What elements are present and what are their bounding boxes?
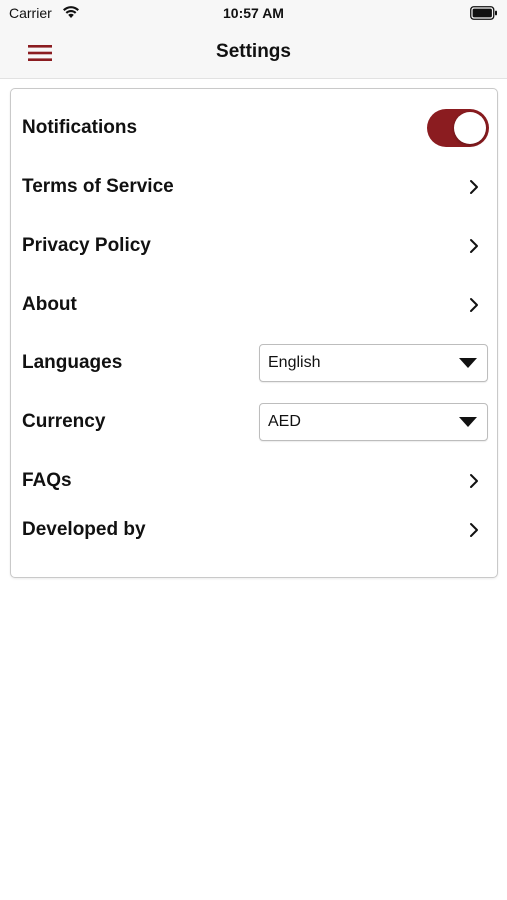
terms-of-service-label: Terms of Service xyxy=(22,176,174,197)
notifications-label: Notifications xyxy=(22,117,138,138)
chevron-right-icon xyxy=(470,474,478,488)
caret-down-icon xyxy=(459,417,477,427)
navigation-bar: Settings xyxy=(0,28,507,79)
terms-of-service-row[interactable]: Terms of Service xyxy=(11,162,497,212)
battery-icon xyxy=(470,6,497,20)
developed-by-label: Developed by xyxy=(22,519,146,540)
faqs-row[interactable]: FAQs xyxy=(11,456,497,506)
privacy-policy-label: Privacy Policy xyxy=(22,235,151,256)
languages-label: Languages xyxy=(22,352,123,373)
about-label: About xyxy=(22,294,77,315)
settings-card: Notifications Terms of Service Privacy P… xyxy=(10,88,498,578)
languages-row: Languages English xyxy=(11,338,497,388)
language-select[interactable]: English xyxy=(259,344,488,382)
currency-selected-value: AED xyxy=(268,413,301,430)
status-time: 10:57 AM xyxy=(223,5,284,21)
notifications-toggle[interactable] xyxy=(427,109,489,147)
chevron-right-icon xyxy=(470,523,478,537)
toggle-knob xyxy=(454,112,486,144)
faqs-label: FAQs xyxy=(22,470,72,491)
notifications-row: Notifications xyxy=(11,103,497,153)
chevron-right-icon xyxy=(470,180,478,194)
page-title: Settings xyxy=(216,41,291,62)
chevron-right-icon xyxy=(470,298,478,312)
developed-by-row[interactable]: Developed by xyxy=(11,505,497,555)
privacy-policy-row[interactable]: Privacy Policy xyxy=(11,221,497,271)
currency-row: Currency AED xyxy=(11,397,497,447)
currency-label: Currency xyxy=(22,411,106,432)
language-selected-value: English xyxy=(268,354,321,371)
about-row[interactable]: About xyxy=(11,280,497,330)
status-bar: Carrier 10:57 AM xyxy=(0,0,507,28)
currency-select[interactable]: AED xyxy=(259,403,488,441)
caret-down-icon xyxy=(459,358,477,368)
chevron-right-icon xyxy=(470,239,478,253)
